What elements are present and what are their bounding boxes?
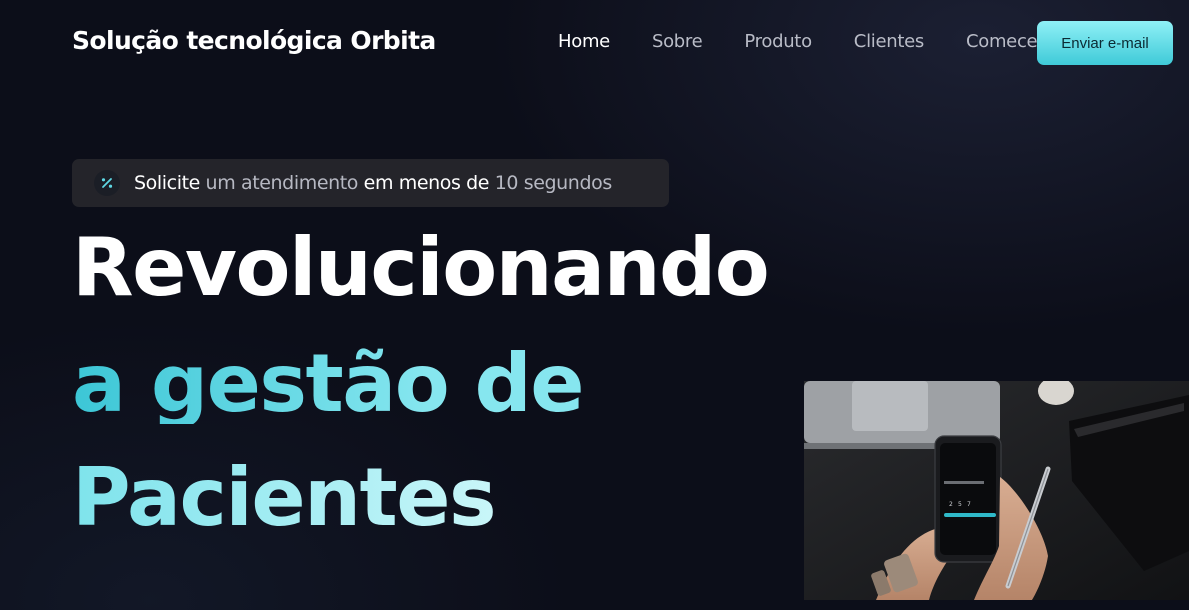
hero-title-line-3: Pacientes	[72, 451, 497, 544]
phone-key-5: 5	[958, 501, 962, 508]
main-nav: Home Sobre Produto Clientes Comece	[558, 31, 1038, 57]
nav-item-home[interactable]: Home	[558, 31, 610, 52]
promo-badge: Solicite um atendimento em menos de 10 s…	[72, 159, 669, 207]
percent-icon	[94, 170, 120, 196]
phone-key-2: 2	[949, 501, 953, 508]
nav-item-comece[interactable]: Comece	[966, 31, 1038, 52]
hero-title-line-1: Revolucionando	[72, 221, 770, 314]
badge-text: Solicite um atendimento em menos de 10 s…	[134, 172, 612, 194]
hero-title-line-2: a gestão de	[72, 337, 585, 430]
badge-text-segundos: 10 segundos	[489, 172, 613, 194]
badge-text-atendimento: um atendimento	[199, 172, 359, 194]
nav-item-sobre[interactable]: Sobre	[652, 31, 703, 52]
phone-key-7: 7	[967, 501, 971, 508]
nav-item-produto[interactable]: Produto	[744, 31, 812, 52]
landing-page: Solução tecnológica Orbita Home Sobre Prod…	[0, 0, 1189, 610]
phone-in-hands-photo: 2 5 7	[804, 381, 1189, 600]
brand-logo-text[interactable]: Solução tecnológica Orbita	[72, 26, 436, 55]
badge-text-em-menos: em menos de	[358, 172, 490, 194]
hero-image: 2 5 7	[804, 381, 1189, 600]
send-email-button[interactable]: Enviar e-mail	[1037, 21, 1173, 65]
nav-item-clientes[interactable]: Clientes	[854, 31, 924, 52]
badge-text-solicite: Solicite	[134, 172, 200, 194]
